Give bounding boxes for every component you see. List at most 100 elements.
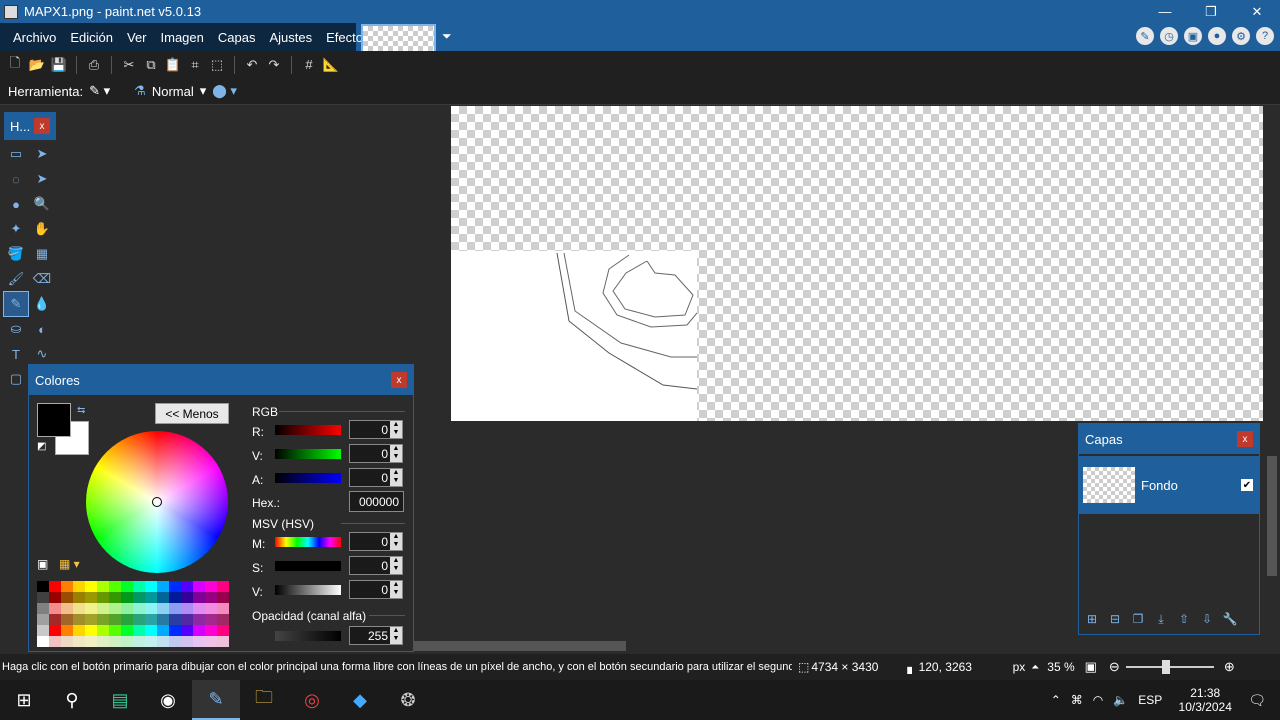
zb-app-icon[interactable]: ◆	[336, 680, 384, 720]
layers-panel-close-button[interactable]: x	[1237, 431, 1253, 447]
palette-swatch[interactable]	[157, 603, 169, 614]
palette-swatch[interactable]	[49, 614, 61, 625]
chrome-icon[interactable]: ◎	[288, 680, 336, 720]
chevron-down-icon[interactable]: ▾	[200, 83, 207, 99]
palette-swatch[interactable]	[145, 614, 157, 625]
palette-swatch[interactable]	[121, 581, 133, 592]
zoom-in-icon[interactable]: ⊕	[1224, 659, 1235, 675]
blend-mode-select[interactable]: Normal	[152, 84, 194, 99]
palette-swatch[interactable]	[37, 636, 49, 647]
close-button[interactable]: ✕	[1234, 0, 1280, 23]
palette-swatch[interactable]	[121, 603, 133, 614]
rectangle-select-icon[interactable]: ▭	[4, 142, 28, 166]
colors-panel-close-button[interactable]: x	[391, 372, 407, 388]
palette-swatch[interactable]	[181, 592, 193, 603]
palette-swatch[interactable]	[61, 592, 73, 603]
zoom-slider-thumb[interactable]	[1161, 660, 1170, 674]
search-icon[interactable]: ⚲	[48, 680, 96, 720]
palette-swatch[interactable]	[181, 603, 193, 614]
palette-swatch[interactable]	[37, 614, 49, 625]
palette-swatch[interactable]	[49, 636, 61, 647]
blue-slider[interactable]	[275, 473, 341, 483]
eraser-icon[interactable]: ⌫	[30, 267, 54, 291]
spinner-icon[interactable]: ▲ ▼	[390, 581, 402, 598]
ruler-icon[interactable]: 📐	[322, 56, 340, 74]
hue-slider[interactable]	[275, 537, 341, 547]
palette-swatch[interactable]	[169, 625, 181, 636]
palette-swatch[interactable]	[49, 581, 61, 592]
palette-swatch[interactable]	[193, 636, 205, 647]
palette-swatch[interactable]	[205, 592, 217, 603]
palette-swatch[interactable]	[121, 625, 133, 636]
hue-input[interactable]: 0 ▲ ▼	[349, 532, 403, 551]
palette-swatch[interactable]	[205, 581, 217, 592]
open-file-icon[interactable]: 📂	[28, 56, 46, 74]
palette-swatch[interactable]	[157, 581, 169, 592]
palette-swatch[interactable]	[121, 592, 133, 603]
value-slider[interactable]	[275, 585, 341, 595]
palette-swatch[interactable]	[61, 636, 73, 647]
shapes-icon[interactable]: ▢	[4, 367, 28, 391]
network-icon[interactable]: ⌘	[1071, 693, 1083, 707]
palette-swatch[interactable]	[73, 581, 85, 592]
color-wheel-cursor[interactable]	[152, 497, 162, 507]
line-curve-icon[interactable]: ∿	[30, 342, 54, 366]
primary-color-swatch[interactable]	[37, 403, 71, 437]
colors-window-icon[interactable]: ●	[1208, 27, 1226, 45]
pencil-tool-icon[interactable]: ✎ ▾	[89, 83, 110, 99]
palette-swatch[interactable]	[109, 625, 121, 636]
palette-swatch[interactable]	[193, 581, 205, 592]
palette-swatch[interactable]	[37, 581, 49, 592]
tools-panel-close-button[interactable]: x	[34, 118, 50, 134]
red-slider[interactable]	[275, 425, 341, 435]
wifi-icon[interactable]: ◠	[1093, 693, 1103, 707]
palette-swatch[interactable]	[85, 636, 97, 647]
app-icon-s[interactable]: ❂	[384, 680, 432, 720]
scroll-thumb[interactable]	[1267, 456, 1277, 576]
move-selected-icon[interactable]: ➤	[30, 142, 54, 166]
palette-swatch[interactable]	[169, 603, 181, 614]
palette-swatch[interactable]	[145, 592, 157, 603]
palette-swatch[interactable]	[109, 592, 121, 603]
palette-swatch[interactable]	[217, 614, 229, 625]
palette-swatch[interactable]	[133, 581, 145, 592]
palette-swatch[interactable]	[121, 614, 133, 625]
chevron-up-icon[interactable]: ⏶	[1031, 662, 1039, 673]
tools-panel-header[interactable]: H... x	[4, 112, 56, 140]
add-to-palette-icon[interactable]: ▣	[37, 557, 48, 571]
new-file-icon[interactable]: 🗋	[6, 55, 24, 74]
palette-swatch[interactable]	[61, 581, 73, 592]
paintbrush-icon[interactable]: 🖌	[4, 267, 28, 291]
gradient-icon[interactable]: ▦	[30, 242, 54, 266]
move-selection-icon[interactable]: ➤	[30, 167, 54, 191]
zoom-icon[interactable]: 🔍	[30, 192, 54, 216]
paste-icon[interactable]: 📋	[164, 56, 182, 74]
palette-swatch[interactable]	[205, 636, 217, 647]
reset-colors-icon[interactable]: ◩	[37, 441, 46, 452]
palette-swatch[interactable]	[109, 603, 121, 614]
paint-bucket-icon[interactable]: 🪣	[4, 242, 28, 266]
paintnet-taskbar-icon[interactable]: ✎	[192, 680, 240, 720]
palette-swatch[interactable]	[217, 592, 229, 603]
palette-swatch[interactable]	[73, 636, 85, 647]
add-layer-icon[interactable]: ⊞	[1083, 610, 1101, 628]
palette-swatch[interactable]	[85, 581, 97, 592]
palette-swatch[interactable]	[133, 603, 145, 614]
color-palette[interactable]	[37, 581, 229, 647]
palette-swatch[interactable]	[193, 625, 205, 636]
layer-item[interactable]: Fondo ✔	[1079, 456, 1259, 514]
palette-swatch[interactable]	[217, 581, 229, 592]
palette-swatch[interactable]	[49, 625, 61, 636]
color-wheel[interactable]	[86, 431, 228, 573]
zoom-out-icon[interactable]: ⊖	[1109, 659, 1120, 675]
palette-swatch[interactable]	[85, 614, 97, 625]
help-icon[interactable]: ?	[1256, 27, 1274, 45]
language-indicator[interactable]: ESP	[1138, 693, 1162, 707]
palette-swatch[interactable]	[97, 592, 109, 603]
clock[interactable]: 21:38 10/3/2024	[1172, 686, 1238, 714]
crop-icon[interactable]: ⌗	[186, 56, 204, 74]
spinner-icon[interactable]: ▲ ▼	[390, 421, 402, 438]
spinner-icon[interactable]: ▲ ▼	[390, 445, 402, 462]
palette-swatch[interactable]	[181, 614, 193, 625]
palette-swatch[interactable]	[109, 614, 121, 625]
